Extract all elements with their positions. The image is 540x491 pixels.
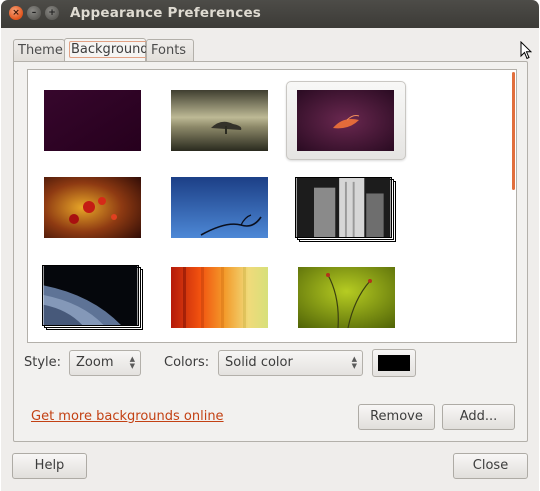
- help-button[interactable]: Help: [12, 453, 87, 479]
- wallpaper-earth-from-space[interactable]: [42, 265, 139, 326]
- tab-background-label: Background: [69, 41, 151, 58]
- colors-value: Solid color: [225, 355, 293, 370]
- tab-theme-label: Theme: [18, 43, 63, 58]
- wallpaper-dark-purple[interactable]: [44, 90, 141, 151]
- appearance-preferences-window: × – + Appearance Preferences Theme Backg…: [1, 0, 539, 491]
- combo-arrows-icon: ▲ ▼: [351, 355, 357, 370]
- window-maximize-button[interactable]: +: [45, 6, 59, 20]
- add-button[interactable]: Add...: [442, 404, 515, 430]
- combo-arrows-icon: ▲ ▼: [129, 355, 135, 370]
- color-picker-button[interactable]: [372, 349, 416, 377]
- window-minimize-button[interactable]: –: [27, 6, 41, 20]
- style-label: Style:: [24, 355, 62, 370]
- mouse-pointer-icon: [520, 41, 532, 60]
- style-value: Zoom: [76, 355, 114, 370]
- window-title: Appearance Preferences: [70, 5, 262, 21]
- wallpaper-colorful-curtains[interactable]: [171, 267, 268, 328]
- tab-fonts[interactable]: Fonts: [146, 39, 194, 61]
- wallpaper-blue-sky-branch[interactable]: [171, 177, 268, 238]
- close-button[interactable]: Close: [453, 453, 528, 479]
- get-more-backgrounds-link[interactable]: Get more backgrounds online: [31, 409, 224, 424]
- wallpaper-green-plant-stems[interactable]: [298, 267, 395, 328]
- wallpaper-bw-skyscrapers[interactable]: [295, 177, 392, 238]
- color-swatch: [378, 355, 410, 371]
- tab-fonts-label: Fonts: [151, 43, 187, 58]
- gallery-scrollbar[interactable]: [512, 72, 515, 190]
- colors-label: Colors:: [164, 355, 210, 370]
- tab-theme[interactable]: Theme: [13, 39, 65, 61]
- style-combo[interactable]: Zoom ▲ ▼: [69, 350, 141, 376]
- remove-button[interactable]: Remove: [358, 404, 435, 430]
- wallpaper-ubuntu-purple-leaf[interactable]: [297, 90, 394, 151]
- window-close-button[interactable]: ×: [9, 6, 23, 20]
- wallpaper-sepia-tree[interactable]: [171, 90, 268, 151]
- wallpaper-red-berries[interactable]: [44, 177, 141, 238]
- tab-background[interactable]: Background: [64, 38, 151, 62]
- title-bar: × – + Appearance Preferences: [1, 0, 539, 28]
- colors-combo[interactable]: Solid color ▲ ▼: [218, 350, 363, 376]
